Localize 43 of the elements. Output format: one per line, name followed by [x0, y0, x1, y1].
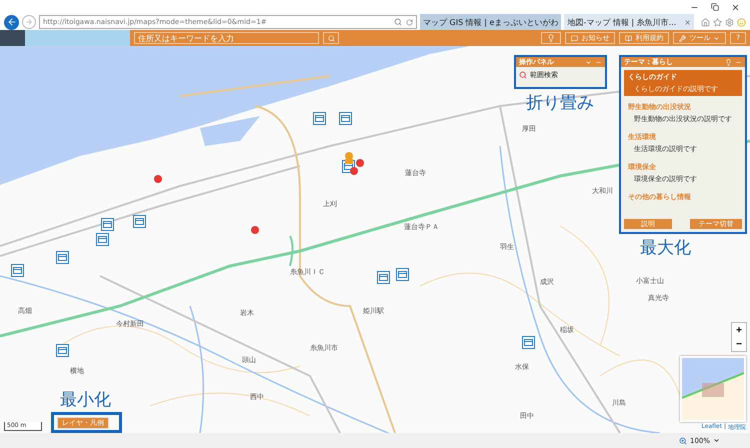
- facility-marker-icon[interactable]: [377, 271, 390, 284]
- settings-icon[interactable]: [725, 18, 734, 26]
- facility-marker-icon[interactable]: [396, 268, 409, 281]
- facility-marker-icon[interactable]: [133, 215, 146, 228]
- arrow-right-icon: [25, 18, 33, 26]
- speech-bubble-icon: [571, 34, 578, 42]
- search-icon[interactable]: [394, 18, 402, 26]
- highlight-frame: [51, 412, 122, 433]
- person-marker-icon[interactable]: [344, 152, 354, 164]
- book-icon: [625, 34, 632, 42]
- facility-marker-icon[interactable]: [96, 233, 109, 246]
- arrow-left-icon: [6, 17, 16, 27]
- annotation-text: 最小化: [60, 389, 111, 411]
- annotation-text: 最大化: [640, 237, 691, 259]
- home-icon[interactable]: [701, 18, 710, 26]
- lightbulb-icon[interactable]: [725, 58, 732, 66]
- facility-marker-icon[interactable]: [313, 112, 326, 125]
- browser-tab[interactable]: マップ GIS 情報 | eまっぷいといがわ: [420, 14, 562, 30]
- lightbulb-icon: [547, 34, 556, 42]
- facility-marker-icon[interactable]: [11, 264, 24, 277]
- search-field[interactable]: 住所又はキーワードを入力: [134, 32, 319, 44]
- map-pin-dot[interactable]: [356, 159, 364, 167]
- close-icon[interactable]: [731, 2, 740, 12]
- zoom-icon: [678, 436, 687, 444]
- map-pin-dot[interactable]: [350, 167, 358, 175]
- map-pin-dot[interactable]: [154, 175, 162, 183]
- facility-marker-icon[interactable]: [339, 112, 352, 125]
- refresh-icon[interactable]: [406, 18, 414, 26]
- search-icon: [328, 34, 334, 42]
- caret-icon: [713, 34, 720, 42]
- facility-marker-icon[interactable]: [56, 251, 69, 264]
- search-icon: [519, 71, 527, 79]
- annotation-text: 折り畳み: [526, 92, 594, 114]
- wrench-icon: [679, 34, 686, 42]
- back-button[interactable]: [4, 14, 19, 30]
- browser-tab[interactable]: 地図-マップ 情報 | 糸魚川市... ×: [564, 14, 694, 30]
- facility-marker-icon[interactable]: [101, 218, 114, 231]
- facility-marker-icon[interactable]: [56, 344, 69, 357]
- map-pin-dot[interactable]: [251, 226, 259, 234]
- caret-icon[interactable]: [713, 437, 720, 444]
- facility-marker-icon[interactable]: [522, 336, 535, 349]
- restore-icon[interactable]: [711, 3, 719, 11]
- star-icon[interactable]: [713, 18, 722, 26]
